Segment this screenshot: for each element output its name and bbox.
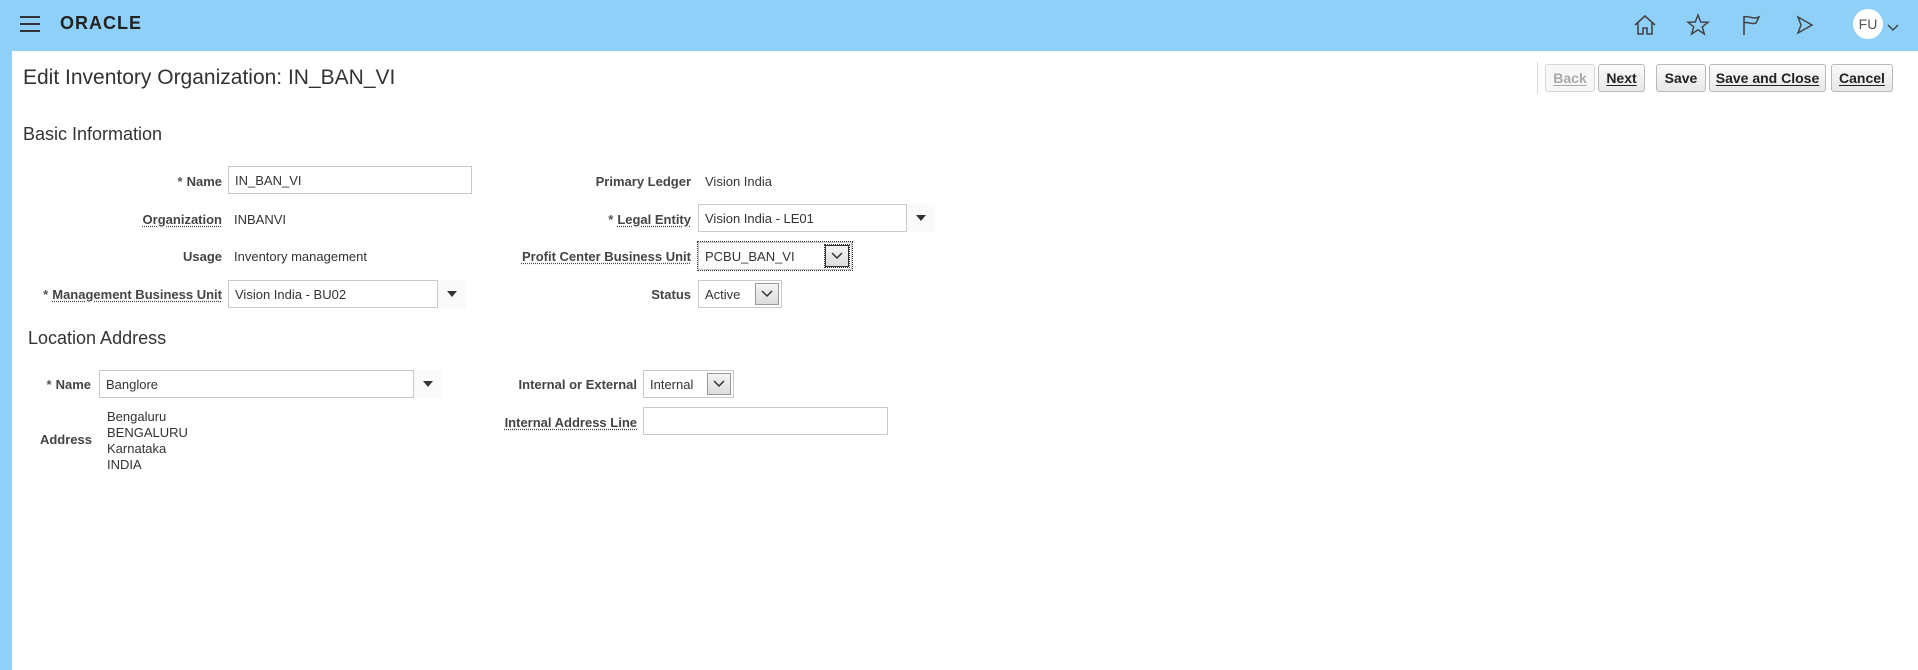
save-and-close-button[interactable]: Save and Close — [1709, 64, 1826, 92]
triangle-down-icon — [423, 381, 433, 387]
cancel-button[interactable]: Cancel — [1831, 64, 1893, 92]
triangle-down-icon — [447, 291, 457, 297]
address-label: Address — [39, 432, 92, 447]
internal-or-external-label: Internal or External — [518, 377, 637, 392]
save-button[interactable]: Save — [1656, 64, 1706, 92]
chevron-down-icon — [831, 252, 843, 260]
global-header: ORACLE FU — [0, 0, 1918, 50]
legal-entity-value: Vision India - LE01 — [705, 210, 814, 226]
organization-value: INBANVI — [234, 212, 287, 227]
back-button[interactable]: Back — [1545, 64, 1595, 92]
location-name-input[interactable]: Banglore — [99, 370, 442, 398]
name-label: * Name — [177, 174, 222, 189]
mbu-dropdown-button[interactable] — [437, 280, 466, 308]
address-line: Bengaluru — [107, 409, 167, 424]
management-business-unit-value: Vision India - BU02 — [235, 286, 347, 302]
address-line: Karnataka — [107, 441, 167, 456]
chevron-down-icon — [713, 380, 725, 388]
internal-address-line-label[interactable]: Internal Address Line — [505, 415, 637, 430]
user-avatar[interactable]: FU — [1853, 9, 1883, 39]
address-line: INDIA — [107, 457, 142, 472]
required-icon: * — [46, 377, 52, 392]
status-label: Status — [651, 287, 691, 302]
required-icon: * — [43, 287, 49, 302]
location-name-value: Banglore — [106, 376, 159, 392]
management-business-unit-label[interactable]: * Management Business Unit — [43, 287, 222, 302]
legal-entity-label[interactable]: * Legal Entity — [608, 212, 691, 227]
internal-or-external-select[interactable]: Internal — [643, 370, 734, 398]
usage-label: Usage — [182, 249, 222, 264]
pcbu-value: PCBU_BAN_VI — [705, 248, 795, 264]
required-icon: * — [177, 174, 183, 189]
required-icon: * — [608, 212, 614, 227]
internal-address-line-input[interactable] — [643, 407, 888, 435]
location-name-dropdown-button[interactable] — [413, 370, 442, 398]
legal-entity-dropdown-button[interactable] — [906, 204, 935, 232]
name-input[interactable]: IN_BAN_VI — [228, 166, 472, 194]
home-icon[interactable] — [1632, 12, 1658, 38]
oracle-logo: ORACLE — [60, 13, 142, 33]
internal-or-external-dropdown-button[interactable] — [707, 373, 731, 395]
status-value: Active — [705, 286, 741, 302]
location-address-heading: Location Address — [28, 328, 167, 348]
bell-icon[interactable] — [1791, 12, 1817, 38]
star-icon[interactable] — [1685, 12, 1711, 38]
triangle-down-icon — [916, 215, 926, 221]
profit-center-business-unit-label[interactable]: Profit Center Business Unit — [522, 249, 691, 264]
chevron-down-icon — [761, 290, 773, 298]
management-business-unit-input[interactable]: Vision India - BU02 — [228, 280, 466, 308]
pcbu-dropdown-button[interactable] — [824, 244, 850, 268]
basic-information-heading: Basic Information — [23, 124, 163, 144]
primary-ledger-value: Vision India — [705, 174, 772, 189]
menu-icon[interactable] — [20, 16, 40, 32]
address-value: Bengaluru BENGALURU Karnataka INDIA — [107, 409, 188, 473]
content-panel — [12, 51, 1918, 670]
organization-label[interactable]: Organization — [143, 212, 222, 227]
address-line: BENGALURU — [107, 425, 188, 440]
status-select[interactable]: Active — [698, 280, 782, 308]
toolbar-separator — [1537, 62, 1538, 94]
location-name-label: * Name — [46, 377, 91, 392]
status-dropdown-button[interactable] — [755, 283, 779, 305]
usage-value: Inventory management — [234, 249, 367, 264]
internal-or-external-value: Internal — [650, 376, 694, 392]
profit-center-business-unit-select[interactable]: PCBU_BAN_VI — [697, 241, 853, 271]
legal-entity-input[interactable]: Vision India - LE01 — [698, 204, 935, 232]
flag-icon[interactable] — [1738, 12, 1764, 38]
chevron-down-icon[interactable] — [1887, 19, 1899, 37]
next-button[interactable]: Next — [1598, 64, 1645, 92]
page-title: Edit Inventory Organization: IN_BAN_VI — [23, 66, 396, 89]
primary-ledger-label: Primary Ledger — [595, 174, 691, 189]
